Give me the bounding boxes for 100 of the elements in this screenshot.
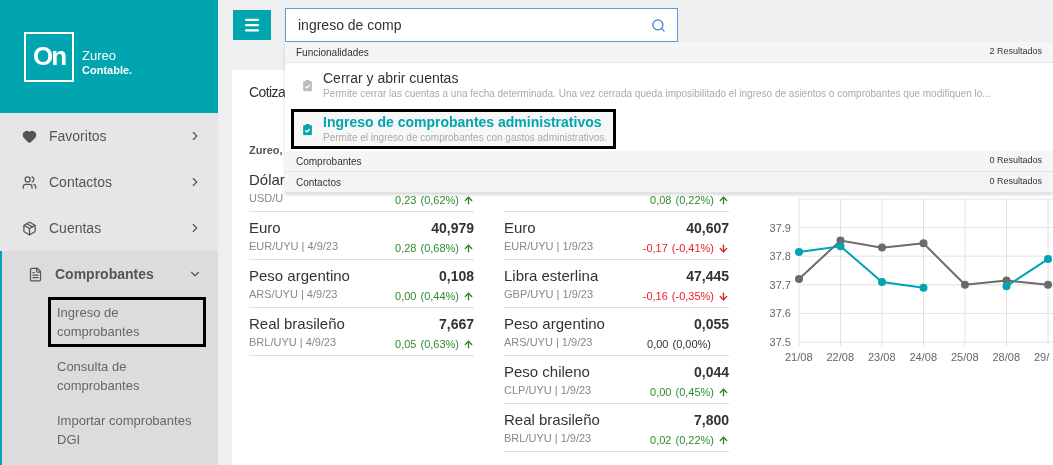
currency-name: Peso chileno [504, 362, 591, 382]
rate-value: 0,108 [438, 267, 474, 286]
currency-code: CLP/UYU | 1/9/23 [504, 383, 592, 398]
rate-change: 0,05 [395, 337, 417, 352]
data-point [795, 275, 803, 284]
people-icon [22, 174, 37, 190]
sidebar-item[interactable]: Cuentas [0, 205, 218, 251]
data-point [1044, 280, 1052, 289]
result-count: 0 Resultados [989, 154, 1042, 168]
rate-change: -0,16 [642, 289, 668, 304]
rate-percent: (0,68%) [420, 241, 459, 256]
y-tick-label: 37.5 [769, 336, 791, 348]
currency-code: USD/U [249, 191, 285, 206]
currency-code: BRL/UYU | 4/9/23 [249, 335, 338, 350]
sidebar-item[interactable]: Favoritos [0, 113, 218, 159]
currency-name: Euro [249, 218, 282, 238]
rate-percent: (0,22%) [675, 193, 714, 208]
result-item[interactable]: Cerrar y abrir cuentas Permite cerrar las cuentas a una fecha determinada. Una vez cerrada queda imposibilitado el ingreso de asientos o comprobantes que modifiquen lo... [291, 65, 1000, 105]
y-tick-label: 37.9 [769, 221, 791, 234]
currency-code: BRL/UYU | 1/9/23 [504, 431, 593, 446]
rate-percent: (0,45%) [675, 385, 714, 400]
section-title: Funcionalidades [296, 45, 369, 60]
menu-icon [243, 16, 261, 34]
section-title: Contactos [296, 175, 342, 190]
currency-code: GBP/UYU | 1/9/23 [504, 287, 595, 302]
x-tick-label: 29/ [1034, 351, 1050, 363]
currency-code: ARS/UYU | 4/9/23 [249, 287, 339, 302]
rate-value: 0,055 [693, 315, 729, 334]
search-icon [651, 18, 666, 33]
rate-percent: (-0,35%) [671, 289, 714, 304]
x-tick-label: 24/08 [909, 351, 938, 363]
data-point [795, 247, 803, 256]
document-icon [28, 266, 43, 282]
card-title: Cotiza [249, 83, 286, 102]
heart-icon [22, 128, 37, 144]
menu-button[interactable] [233, 10, 271, 40]
data-point [919, 283, 928, 292]
rate-change: 0,08 [650, 193, 672, 208]
result-count: 2 Resultados [989, 45, 1042, 59]
sidebar-item[interactable]: Comprobantes [2, 251, 218, 297]
rate-value: 47,445 [686, 267, 729, 286]
currency-code: EUR/UYU | 4/9/23 [249, 239, 339, 254]
rate-percent: (0,63%) [420, 337, 459, 352]
currency-name: Peso argentino [504, 314, 605, 334]
search-field[interactable]: ingreso de comp [285, 8, 678, 42]
rate-percent: (0,62%) [420, 193, 459, 208]
y-tick-label: 37.8 [769, 250, 791, 263]
rate-percent: (0,22%) [675, 433, 714, 448]
rate-value: 40,979 [431, 219, 474, 238]
currency-name: Libra esterlina [504, 266, 599, 286]
rate-value: 40,607 [686, 219, 729, 238]
x-tick-label: 21/08 [785, 351, 813, 363]
currency-name: Peso argentino [249, 266, 350, 286]
currency-name: Real brasileño [504, 410, 600, 430]
sidebar-item[interactable]: Contactos [0, 159, 218, 205]
x-tick-label: 23/08 [868, 351, 896, 363]
result-title: Ingreso de comprobantes administrativos [323, 113, 603, 131]
rate-value: 0,044 [693, 363, 729, 382]
rate-change: 0,00 [395, 289, 417, 304]
rate-percent: (0,00%) [672, 337, 711, 352]
currency-name: Real brasileño [249, 314, 345, 334]
x-tick-label: 22/08 [826, 351, 855, 363]
data-point [878, 243, 886, 252]
rate-value: 7,800 [693, 411, 729, 430]
data-point [919, 239, 928, 248]
data-point [1002, 282, 1011, 291]
rate-value: 7,667 [438, 315, 474, 334]
y-tick-label: 37.6 [769, 307, 791, 320]
clipboard-check-icon [300, 77, 315, 93]
result-description: Permite el ingreso de comprobantes con gastos administrativos. [323, 131, 608, 145]
x-tick-label: 28/08 [992, 351, 1021, 363]
logo-product: Contable. [82, 62, 133, 77]
rate-change: 0,00 [650, 385, 672, 400]
rate-change: 0,00 [647, 337, 669, 352]
column-header: Zureo, [249, 143, 283, 158]
result-title: Cerrar y abrir cuentas [323, 69, 460, 87]
sidebar-subitem[interactable]: Ingreso de comprobantes [48, 297, 206, 347]
rate-percent: (0,44%) [420, 289, 459, 304]
rate-percent: (-0,41%) [671, 241, 714, 256]
rate-change: -0,17 [642, 241, 668, 256]
clipboard-check-icon [300, 121, 315, 137]
result-description: Permite cerrar las cuentas a una fecha determinada. Una vez cerrada queda imposibilitado el ingreso de asientos o comprobantes que modifiquen lo... [323, 87, 991, 101]
data-point [836, 242, 845, 251]
currency-name: Euro [504, 218, 537, 238]
currency-code: ARS/UYU | 1/9/23 [504, 335, 594, 350]
rate-change: 0,28 [395, 241, 417, 256]
logo-mark: On [24, 31, 74, 82]
rate-change: 0,02 [650, 433, 672, 448]
y-tick-label: 37.7 [769, 278, 791, 291]
x-tick-label: 25/08 [951, 351, 979, 363]
result-count: 0 Resultados [989, 175, 1042, 189]
currency-code: EUR/UYU | 1/9/23 [504, 239, 594, 254]
sidebar-subitem[interactable]: Importar comprobantes DGI [48, 405, 206, 455]
data-point [961, 280, 969, 289]
sidebar-subitem[interactable]: Consulta de comprobantes [48, 351, 206, 401]
data-point [878, 277, 886, 286]
section-title: Comprobantes [296, 154, 362, 169]
currency-name: Dólar [249, 170, 285, 190]
rate-change: 0,23 [395, 193, 417, 208]
package-icon [22, 220, 37, 236]
